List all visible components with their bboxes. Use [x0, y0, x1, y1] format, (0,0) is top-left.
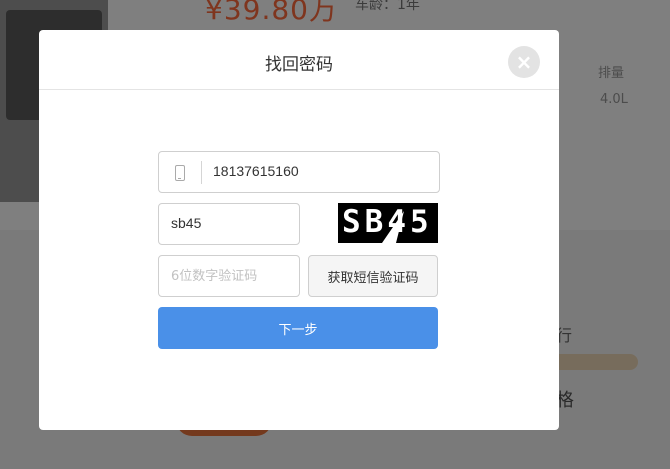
sms-code-field[interactable]: [158, 255, 300, 297]
phone-value: 18137615160: [213, 163, 299, 179]
captcha-image[interactable]: SB45: [338, 203, 438, 243]
phone-field[interactable]: 18137615160: [158, 151, 440, 193]
modal-title: 找回密码: [265, 55, 333, 75]
next-step-button[interactable]: 下一步: [158, 307, 438, 349]
captcha-input[interactable]: sb45: [158, 203, 300, 245]
captcha-value: sb45: [171, 215, 202, 231]
phone-icon: [175, 165, 185, 181]
modal-header: 找回密码 ×: [39, 30, 559, 90]
recover-password-dialog: 找回密码 × 18137615160 sb45 SB45 获取短信验证码 下一步: [39, 30, 559, 430]
sms-code-input[interactable]: [159, 256, 299, 296]
field-divider: [201, 161, 202, 184]
get-sms-code-button[interactable]: 获取短信验证码: [308, 255, 438, 297]
close-icon: ×: [515, 50, 533, 74]
captcha-image-text: SB45: [342, 204, 433, 240]
close-button[interactable]: ×: [508, 46, 540, 78]
